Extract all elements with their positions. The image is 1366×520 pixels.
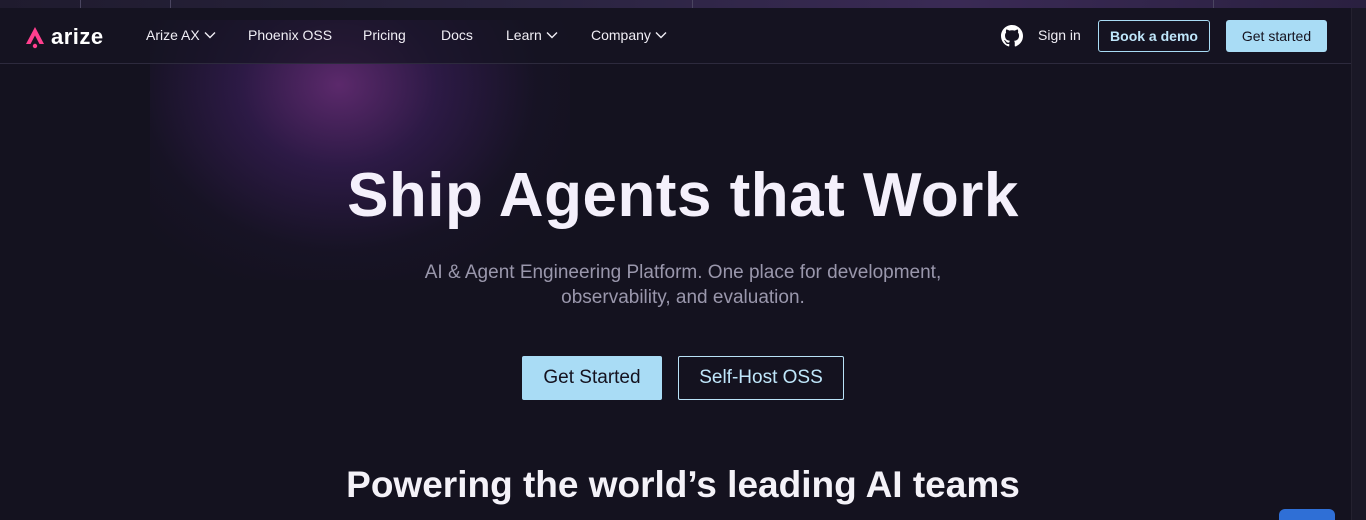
github-icon[interactable] [1001,25,1023,47]
chevron-down-icon [655,32,667,39]
book-demo-button[interactable]: Book a demo [1098,20,1210,52]
nav-item-learn[interactable]: Learn [506,27,558,43]
page-scrollbar[interactable] [1351,8,1366,520]
hero-subtitle: AI & Agent Engineering Platform. One pla… [424,262,942,308]
nav-item-label: Phoenix OSS [248,27,333,43]
customers-section-title: Powering the world’s leading AI teams [346,464,1020,505]
get-started-button[interactable]: Get Started [522,356,662,400]
arize-logo[interactable]: arize [24,24,104,50]
nav-item-label: Pricing [363,27,406,43]
sign-in-label: Sign in [1038,27,1081,43]
browser-top-strip [0,0,1366,8]
nav-item-label: Arize AX [146,27,200,43]
brand-name: arize [51,24,104,49]
top-navigation: arize Arize AX Phoenix OSS Pricing Docs … [0,8,1366,64]
nav-item-docs[interactable]: Docs [441,27,473,43]
chevron-down-icon [546,32,558,39]
nav-item-pricing[interactable]: Pricing [363,27,406,43]
self-host-oss-button[interactable]: Self-Host OSS [678,356,844,400]
arize-logo-icon [26,27,44,49]
nav-item-company[interactable]: Company [591,27,667,43]
hero-title: Ship Agents that Work [347,161,1019,230]
nav-item-phoenix-oss[interactable]: Phoenix OSS [248,27,332,43]
chevron-down-icon [204,32,216,39]
nav-item-label: Learn [506,27,542,43]
nav-item-label: Company [591,27,651,43]
sign-in-link[interactable]: Sign in [1038,27,1081,43]
chat-widget-button[interactable] [1279,509,1335,520]
get-started-nav-button[interactable]: Get started [1226,20,1327,52]
nav-item-label: Docs [441,27,473,43]
nav-item-arize-ax[interactable]: Arize AX [146,27,216,43]
